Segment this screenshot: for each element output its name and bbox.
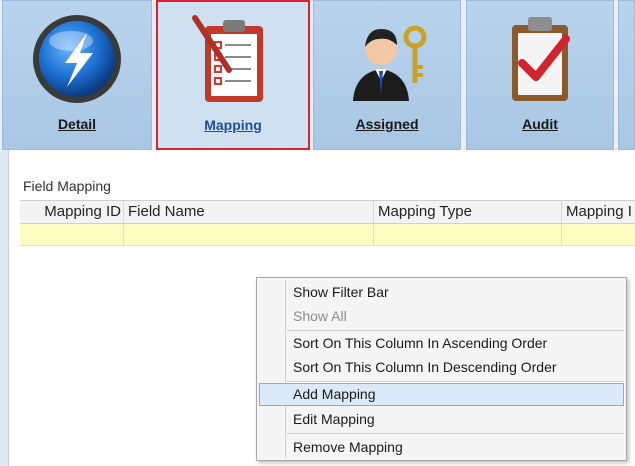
menu-item-add-mapping[interactable]: Add Mapping [259,383,624,406]
menu-item-remove-mapping[interactable]: Remove Mapping [259,436,624,459]
tab-assigned-label: Assigned [355,116,419,132]
grid-header: Mapping ID Field Name Mapping Type Mappi… [20,200,635,224]
menu-item-show-all: Show All [293,308,347,324]
column-header-field-name[interactable]: Field Name [124,201,374,223]
column-header-mapping-extra[interactable]: Mapping I [562,201,635,223]
new-row-field-name-cell[interactable] [124,224,374,245]
clipboard-checkmark-icon [512,17,570,101]
column-header-mapping-id[interactable]: Mapping ID [20,201,124,223]
new-row-mapping-id-cell[interactable] [20,224,124,245]
column-header-mapping-type[interactable]: Mapping Type [374,201,562,223]
tab-assigned[interactable]: Assigned [313,0,461,150]
new-row-mapping-type-cell[interactable] [374,224,562,245]
clipboard-checklist-icon [192,15,263,102]
menu-item-sort-ascending[interactable]: Sort On This Column In Ascending Order [259,332,624,355]
tab-mapping-label: Mapping [204,117,262,133]
tab-mapping[interactable]: Mapping [156,0,310,150]
tab-detail-label: Detail [57,116,97,132]
tab-audit[interactable]: Audit [466,0,614,150]
menu-item-edit-mapping[interactable]: Edit Mapping [259,408,624,431]
tab-overflow[interactable] [618,0,635,150]
tab-bar: Detail Mapping Assigned Audit [0,0,635,150]
tab-detail[interactable]: Detail [2,0,152,150]
field-mapping-group-title: Field Mapping [23,178,111,194]
menu-separator [287,433,624,434]
menu-item-sort-descending[interactable]: Sort On This Column In Descending Order [259,356,624,379]
new-row[interactable] [20,224,635,246]
tab-audit-label: Audit [522,116,558,132]
user-key-icon [353,25,427,101]
lightning-globe-icon [33,15,121,103]
context-menu: Show Filter Bar Show All Sort On This Co… [256,277,627,461]
menu-separator [287,381,624,382]
menu-item-show-filter-bar[interactable]: Show Filter Bar [259,281,624,304]
new-row-extra-cell[interactable] [562,224,635,245]
menu-separator [287,330,624,331]
left-panel-edge [0,150,8,466]
